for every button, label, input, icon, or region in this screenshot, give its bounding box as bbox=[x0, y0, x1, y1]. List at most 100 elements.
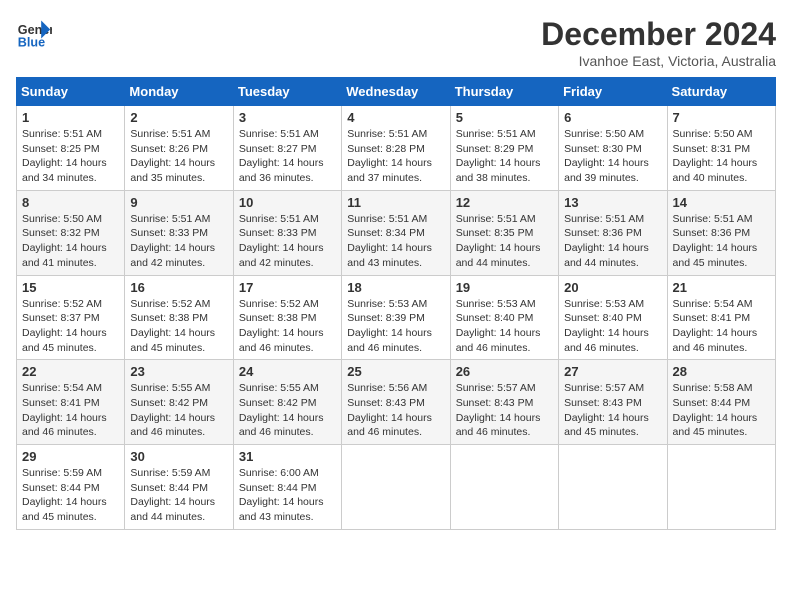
day-number: 13 bbox=[564, 195, 661, 210]
day-number: 1 bbox=[22, 110, 119, 125]
calendar-cell: 22 Sunrise: 5:54 AMSunset: 8:41 PMDaylig… bbox=[17, 360, 125, 445]
day-number: 29 bbox=[22, 449, 119, 464]
calendar-cell: 24 Sunrise: 5:55 AMSunset: 8:42 PMDaylig… bbox=[233, 360, 341, 445]
day-number: 6 bbox=[564, 110, 661, 125]
day-number: 31 bbox=[239, 449, 336, 464]
day-number: 24 bbox=[239, 364, 336, 379]
day-info: Sunrise: 5:53 AMSunset: 8:39 PMDaylight:… bbox=[347, 298, 432, 354]
day-info: Sunrise: 5:52 AMSunset: 8:38 PMDaylight:… bbox=[130, 298, 215, 354]
calendar-week-row: 8 Sunrise: 5:50 AMSunset: 8:32 PMDayligh… bbox=[17, 190, 776, 275]
calendar-cell: 11 Sunrise: 5:51 AMSunset: 8:34 PMDaylig… bbox=[342, 190, 450, 275]
weekday-header: Saturday bbox=[667, 78, 775, 106]
day-number: 9 bbox=[130, 195, 227, 210]
weekday-header: Thursday bbox=[450, 78, 558, 106]
logo: General Blue bbox=[16, 16, 52, 52]
calendar-week-row: 15 Sunrise: 5:52 AMSunset: 8:37 PMDaylig… bbox=[17, 275, 776, 360]
calendar-cell: 4 Sunrise: 5:51 AMSunset: 8:28 PMDayligh… bbox=[342, 106, 450, 191]
calendar-cell: 10 Sunrise: 5:51 AMSunset: 8:33 PMDaylig… bbox=[233, 190, 341, 275]
calendar-cell: 27 Sunrise: 5:57 AMSunset: 8:43 PMDaylig… bbox=[559, 360, 667, 445]
day-info: Sunrise: 5:59 AMSunset: 8:44 PMDaylight:… bbox=[22, 467, 107, 523]
calendar-cell: 30 Sunrise: 5:59 AMSunset: 8:44 PMDaylig… bbox=[125, 445, 233, 530]
calendar-cell: 18 Sunrise: 5:53 AMSunset: 8:39 PMDaylig… bbox=[342, 275, 450, 360]
day-number: 22 bbox=[22, 364, 119, 379]
day-number: 12 bbox=[456, 195, 553, 210]
day-info: Sunrise: 5:52 AMSunset: 8:37 PMDaylight:… bbox=[22, 298, 107, 354]
weekday-header: Friday bbox=[559, 78, 667, 106]
day-info: Sunrise: 5:54 AMSunset: 8:41 PMDaylight:… bbox=[22, 382, 107, 438]
calendar-cell bbox=[342, 445, 450, 530]
title-area: December 2024 Ivanhoe East, Victoria, Au… bbox=[541, 16, 776, 69]
day-info: Sunrise: 5:57 AMSunset: 8:43 PMDaylight:… bbox=[456, 382, 541, 438]
day-number: 26 bbox=[456, 364, 553, 379]
day-number: 19 bbox=[456, 280, 553, 295]
weekday-header: Tuesday bbox=[233, 78, 341, 106]
calendar-cell: 5 Sunrise: 5:51 AMSunset: 8:29 PMDayligh… bbox=[450, 106, 558, 191]
day-info: Sunrise: 5:51 AMSunset: 8:27 PMDaylight:… bbox=[239, 128, 324, 184]
day-number: 2 bbox=[130, 110, 227, 125]
calendar-week-row: 22 Sunrise: 5:54 AMSunset: 8:41 PMDaylig… bbox=[17, 360, 776, 445]
day-info: Sunrise: 5:57 AMSunset: 8:43 PMDaylight:… bbox=[564, 382, 649, 438]
calendar-cell: 9 Sunrise: 5:51 AMSunset: 8:33 PMDayligh… bbox=[125, 190, 233, 275]
day-number: 16 bbox=[130, 280, 227, 295]
calendar-cell: 6 Sunrise: 5:50 AMSunset: 8:30 PMDayligh… bbox=[559, 106, 667, 191]
weekday-header: Sunday bbox=[17, 78, 125, 106]
calendar-week-row: 29 Sunrise: 5:59 AMSunset: 8:44 PMDaylig… bbox=[17, 445, 776, 530]
calendar-cell: 21 Sunrise: 5:54 AMSunset: 8:41 PMDaylig… bbox=[667, 275, 775, 360]
day-number: 5 bbox=[456, 110, 553, 125]
svg-text:Blue: Blue bbox=[18, 36, 45, 50]
calendar-cell: 17 Sunrise: 5:52 AMSunset: 8:38 PMDaylig… bbox=[233, 275, 341, 360]
calendar-cell: 7 Sunrise: 5:50 AMSunset: 8:31 PMDayligh… bbox=[667, 106, 775, 191]
day-number: 30 bbox=[130, 449, 227, 464]
day-number: 23 bbox=[130, 364, 227, 379]
day-info: Sunrise: 5:53 AMSunset: 8:40 PMDaylight:… bbox=[456, 298, 541, 354]
day-info: Sunrise: 5:54 AMSunset: 8:41 PMDaylight:… bbox=[673, 298, 758, 354]
calendar-cell bbox=[450, 445, 558, 530]
calendar-table: SundayMondayTuesdayWednesdayThursdayFrid… bbox=[16, 77, 776, 530]
calendar-cell bbox=[667, 445, 775, 530]
calendar-cell: 23 Sunrise: 5:55 AMSunset: 8:42 PMDaylig… bbox=[125, 360, 233, 445]
day-number: 4 bbox=[347, 110, 444, 125]
day-info: Sunrise: 5:59 AMSunset: 8:44 PMDaylight:… bbox=[130, 467, 215, 523]
calendar-cell: 31 Sunrise: 6:00 AMSunset: 8:44 PMDaylig… bbox=[233, 445, 341, 530]
calendar-cell bbox=[559, 445, 667, 530]
day-number: 8 bbox=[22, 195, 119, 210]
day-info: Sunrise: 5:53 AMSunset: 8:40 PMDaylight:… bbox=[564, 298, 649, 354]
weekday-header: Monday bbox=[125, 78, 233, 106]
day-number: 18 bbox=[347, 280, 444, 295]
day-number: 7 bbox=[673, 110, 770, 125]
day-info: Sunrise: 5:58 AMSunset: 8:44 PMDaylight:… bbox=[673, 382, 758, 438]
calendar-cell: 28 Sunrise: 5:58 AMSunset: 8:44 PMDaylig… bbox=[667, 360, 775, 445]
weekday-header: Wednesday bbox=[342, 78, 450, 106]
day-number: 21 bbox=[673, 280, 770, 295]
day-info: Sunrise: 5:55 AMSunset: 8:42 PMDaylight:… bbox=[130, 382, 215, 438]
calendar-cell: 3 Sunrise: 5:51 AMSunset: 8:27 PMDayligh… bbox=[233, 106, 341, 191]
day-info: Sunrise: 5:51 AMSunset: 8:34 PMDaylight:… bbox=[347, 213, 432, 269]
calendar-cell: 14 Sunrise: 5:51 AMSunset: 8:36 PMDaylig… bbox=[667, 190, 775, 275]
day-number: 17 bbox=[239, 280, 336, 295]
day-number: 11 bbox=[347, 195, 444, 210]
calendar-cell: 12 Sunrise: 5:51 AMSunset: 8:35 PMDaylig… bbox=[450, 190, 558, 275]
day-info: Sunrise: 5:51 AMSunset: 8:28 PMDaylight:… bbox=[347, 128, 432, 184]
calendar-cell: 16 Sunrise: 5:52 AMSunset: 8:38 PMDaylig… bbox=[125, 275, 233, 360]
calendar-header-row: SundayMondayTuesdayWednesdayThursdayFrid… bbox=[17, 78, 776, 106]
location-text: Ivanhoe East, Victoria, Australia bbox=[541, 53, 776, 69]
calendar-cell: 8 Sunrise: 5:50 AMSunset: 8:32 PMDayligh… bbox=[17, 190, 125, 275]
day-info: Sunrise: 5:51 AMSunset: 8:36 PMDaylight:… bbox=[564, 213, 649, 269]
calendar-cell: 29 Sunrise: 5:59 AMSunset: 8:44 PMDaylig… bbox=[17, 445, 125, 530]
day-info: Sunrise: 6:00 AMSunset: 8:44 PMDaylight:… bbox=[239, 467, 324, 523]
day-info: Sunrise: 5:51 AMSunset: 8:33 PMDaylight:… bbox=[239, 213, 324, 269]
day-info: Sunrise: 5:50 AMSunset: 8:32 PMDaylight:… bbox=[22, 213, 107, 269]
calendar-cell: 25 Sunrise: 5:56 AMSunset: 8:43 PMDaylig… bbox=[342, 360, 450, 445]
day-info: Sunrise: 5:51 AMSunset: 8:33 PMDaylight:… bbox=[130, 213, 215, 269]
day-info: Sunrise: 5:52 AMSunset: 8:38 PMDaylight:… bbox=[239, 298, 324, 354]
day-number: 3 bbox=[239, 110, 336, 125]
day-number: 25 bbox=[347, 364, 444, 379]
calendar-week-row: 1 Sunrise: 5:51 AMSunset: 8:25 PMDayligh… bbox=[17, 106, 776, 191]
day-info: Sunrise: 5:50 AMSunset: 8:30 PMDaylight:… bbox=[564, 128, 649, 184]
day-info: Sunrise: 5:51 AMSunset: 8:26 PMDaylight:… bbox=[130, 128, 215, 184]
calendar-cell: 2 Sunrise: 5:51 AMSunset: 8:26 PMDayligh… bbox=[125, 106, 233, 191]
calendar-cell: 26 Sunrise: 5:57 AMSunset: 8:43 PMDaylig… bbox=[450, 360, 558, 445]
calendar-cell: 13 Sunrise: 5:51 AMSunset: 8:36 PMDaylig… bbox=[559, 190, 667, 275]
calendar-cell: 1 Sunrise: 5:51 AMSunset: 8:25 PMDayligh… bbox=[17, 106, 125, 191]
day-number: 10 bbox=[239, 195, 336, 210]
